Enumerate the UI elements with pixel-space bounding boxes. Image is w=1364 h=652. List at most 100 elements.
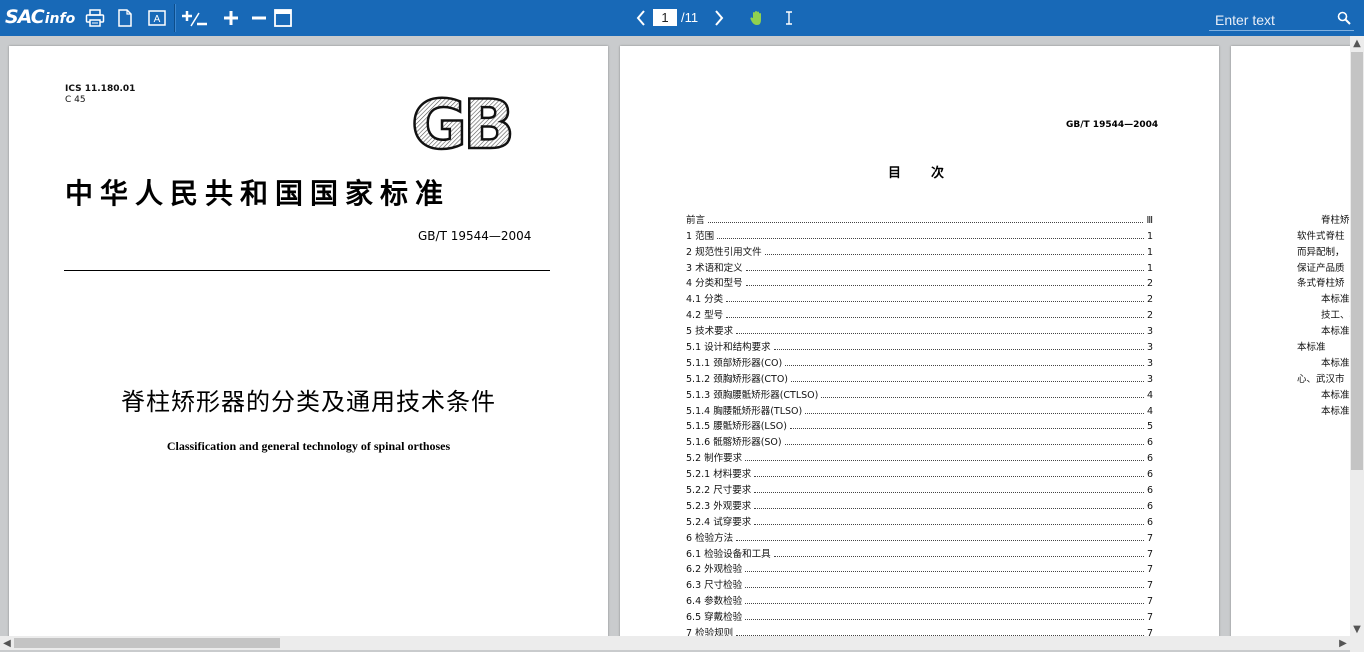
toc-entry-label: 5.1 设计和结构要求 xyxy=(686,342,771,354)
text-cursor-icon xyxy=(786,11,792,25)
zoom-out-button[interactable] xyxy=(248,6,270,30)
toc-entry[interactable]: 5.2.4 试穿要求 6 xyxy=(686,512,1153,528)
toc-entry[interactable]: 5.1.2 颈胸矫形器(CTO) 3 xyxy=(686,369,1153,385)
document-button[interactable] xyxy=(114,6,136,30)
toc-entry[interactable]: 5.2.3 外观要求 6 xyxy=(686,496,1153,512)
scroll-left-arrow[interactable]: ◀ xyxy=(0,636,14,650)
chevron-left-icon xyxy=(636,10,645,26)
next-page-button[interactable] xyxy=(709,6,729,30)
toc-leader-dots xyxy=(745,285,1144,287)
toc-entry[interactable]: 6.3 尺寸检验 7 xyxy=(686,575,1153,591)
toc-entry-page: 7 xyxy=(1146,532,1153,544)
toc-entry[interactable]: 3 术语和定义 1 xyxy=(686,258,1153,274)
toc-entry-label: 5.1.2 颈胸矫形器(CTO) xyxy=(686,373,789,385)
scroll-right-arrow[interactable]: ▶ xyxy=(1336,636,1350,650)
toc-entry[interactable]: 6.2 外观检验 7 xyxy=(686,560,1153,576)
horizontal-scrollbar[interactable]: ◀ ▶ xyxy=(0,636,1350,650)
toc-entry[interactable]: 6.5 穿戴检验 7 xyxy=(686,607,1153,623)
ics-code: ICS 11.180.01 xyxy=(65,84,136,94)
toc-leader-dots xyxy=(773,555,1144,557)
toc-leader-dots xyxy=(754,476,1144,478)
toc-entry-page: 3 xyxy=(1146,357,1153,369)
toc-entry[interactable]: 5.1.4 胸腰骶矫形器(TLSO) 4 xyxy=(686,401,1153,417)
toc-entry[interactable]: 5.1.5 腰骶矫形器(LSO) 5 xyxy=(686,417,1153,432)
page-3-line: 脊柱矫 xyxy=(1321,214,1350,226)
toc-entry[interactable]: 5.2 制作要求 6 xyxy=(686,448,1153,464)
toc-entry-page: 6 xyxy=(1146,453,1153,465)
toc-entry-page: 7 xyxy=(1146,612,1153,624)
toc-entry[interactable]: 5.1.3 颈胸腰骶矫形器(CTLSO) 4 xyxy=(686,385,1153,401)
text-box-button[interactable]: A xyxy=(146,6,168,30)
search-button[interactable] xyxy=(1337,11,1351,30)
scroll-down-arrow[interactable]: ▼ xyxy=(1350,622,1364,636)
text-select-button[interactable] xyxy=(778,6,800,30)
toc-entry[interactable]: 5.1 设计和结构要求 3 xyxy=(686,337,1153,353)
toc-leader-dots xyxy=(805,412,1144,414)
toc-entry-page: 3 xyxy=(1146,326,1153,338)
toc-entry-label: 5.1.3 颈胸腰骶矫形器(CTLSO) xyxy=(686,389,819,401)
toc-entry-label: 4.2 型号 xyxy=(686,310,724,322)
scroll-up-arrow[interactable]: ▲ xyxy=(1350,36,1364,50)
plus-icon xyxy=(224,11,238,25)
toc-entry[interactable]: 4.2 型号 2 xyxy=(686,305,1153,321)
vertical-scrollbar[interactable]: ▲ ▼ xyxy=(1350,36,1364,636)
page-3-line: 软件式脊柱 xyxy=(1297,230,1345,242)
scrollbar-corner xyxy=(1350,636,1364,652)
toc-entry-label: 5.1.6 骶髂矫形器(SO) xyxy=(686,437,782,449)
toc-entry-page: 3 xyxy=(1146,342,1153,354)
logo-main-text: SAC xyxy=(5,6,45,28)
plus-minus-icon xyxy=(182,11,207,27)
toc-entry[interactable]: 5.2.2 尺寸要求 6 xyxy=(686,480,1153,496)
toc-entry[interactable]: 6.4 参数检验 7 xyxy=(686,591,1153,607)
page-3-line: 技工、检验人 xyxy=(1321,310,1350,322)
toc-entry[interactable]: 5 技术要求 3 xyxy=(686,321,1153,337)
toc-entry[interactable]: 1 范围 1 xyxy=(686,226,1153,242)
print-button[interactable] xyxy=(84,6,106,30)
plus-minus-button[interactable] xyxy=(182,6,208,30)
document-viewer[interactable]: ICS 11.180.01 C 45 GB 中华人民共和国国家标准 GB/T 1… xyxy=(0,36,1350,636)
fit-window-button[interactable] xyxy=(272,6,294,30)
toc-entry-page: 6 xyxy=(1146,500,1153,512)
toc-entry[interactable]: 4.1 分类 2 xyxy=(686,289,1153,305)
toc-leader-dots xyxy=(784,444,1144,446)
toc-entry-label: 5.1.1 颈部矫形器(CO) xyxy=(686,357,783,369)
page-3-line: 保证产品质 xyxy=(1297,262,1345,274)
toc-entry-label: 5.2 制作要求 xyxy=(686,453,743,465)
chevron-right-icon xyxy=(715,10,724,26)
toc-entry-page: 2 xyxy=(1146,310,1153,322)
toc-entry[interactable]: 5.1.6 骶髂矫形器(SO) 6 xyxy=(686,432,1153,448)
toc-title: 目次 xyxy=(888,166,975,181)
toc-entry[interactable]: 6 检验方法 7 xyxy=(686,528,1153,544)
toc-entry-label: 5.2.4 试穿要求 xyxy=(686,516,752,528)
toc-entry-label: 7 检验规则 xyxy=(686,628,734,636)
document-page-3: 脊柱矫软件式脊柱而异配制，保证产品质条式脊柱矫本标准技工、检验人本标准本标准本标… xyxy=(1231,46,1350,636)
toc-entry-page: 2 xyxy=(1146,294,1153,306)
minus-icon xyxy=(252,16,266,20)
toc-entry[interactable]: 5.1.1 颈部矫形器(CO) 3 xyxy=(686,353,1153,369)
toc-entry-page: 1 xyxy=(1146,246,1153,258)
vertical-scroll-thumb[interactable] xyxy=(1351,52,1363,470)
toc-entry[interactable]: 4 分类和型号 2 xyxy=(686,274,1153,290)
toc-entry-page: 6 xyxy=(1146,485,1153,497)
toc-entry[interactable]: 5.2.1 材料要求 6 xyxy=(686,464,1153,480)
toc-entry-page: 1 xyxy=(1146,262,1153,274)
toc-entry-label: 4 分类和型号 xyxy=(686,278,743,290)
toc-entry[interactable]: 6.1 检验设备和工具 7 xyxy=(686,544,1153,560)
ccs-code: C 45 xyxy=(65,95,86,105)
toc-entry[interactable]: 2 规范性引用文件 1 xyxy=(686,242,1153,258)
toc-entry-page: 7 xyxy=(1146,564,1153,576)
toc-entry-label: 5.1.4 胸腰骶矫形器(TLSO) xyxy=(686,405,803,417)
toc-entry[interactable]: 7 检验规则 7 xyxy=(686,623,1153,636)
page-3-line: 条式脊柱矫 xyxy=(1297,278,1345,290)
page-number-input[interactable] xyxy=(653,9,677,26)
toc-entry[interactable]: 前言 Ⅲ xyxy=(686,210,1153,226)
toc-entry-page: 6 xyxy=(1146,516,1153,528)
zoom-in-button[interactable] xyxy=(220,6,242,30)
search-input[interactable] xyxy=(1213,10,1337,30)
page-3-line: 而异配制， xyxy=(1297,246,1345,258)
search-box xyxy=(1209,9,1354,31)
hand-tool-button[interactable] xyxy=(746,6,768,30)
horizontal-scroll-thumb[interactable] xyxy=(14,638,280,648)
previous-page-button[interactable] xyxy=(631,6,651,30)
toolbar-separator xyxy=(174,4,176,32)
